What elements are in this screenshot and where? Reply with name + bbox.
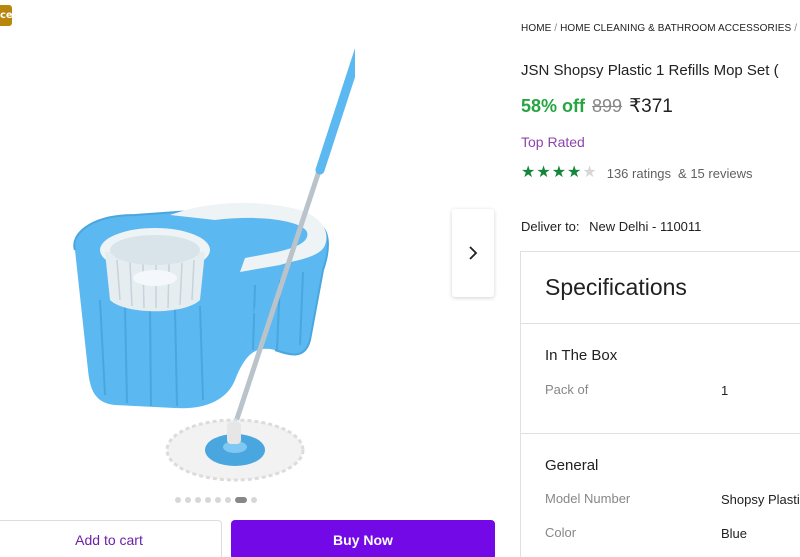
top-rated-label: Top Rated bbox=[521, 134, 585, 150]
discount-percent: 58% off bbox=[521, 96, 586, 116]
add-to-cart-button[interactable]: Add to cart bbox=[0, 520, 222, 557]
product-title: JSN Shopsy Plastic 1 Refills Mop Set ( bbox=[521, 62, 779, 79]
carousel-dot[interactable] bbox=[195, 497, 201, 503]
delivery-location: New Delhi - 110011 bbox=[589, 219, 702, 234]
buy-now-button[interactable]: Buy Now bbox=[231, 520, 495, 557]
carousel-dot-active[interactable] bbox=[235, 497, 247, 503]
spec-group-title: In The Box bbox=[545, 347, 618, 364]
star-full-icon: ★ bbox=[521, 164, 536, 181]
delivery-info[interactable]: Deliver to: New Delhi - 110011 bbox=[521, 219, 701, 234]
rating-stars: ★ ★ ★ ★ ★ bbox=[521, 165, 597, 181]
carousel-dot[interactable] bbox=[215, 497, 221, 503]
carousel-dot[interactable] bbox=[251, 497, 257, 503]
ratings-count: 136 ratings bbox=[606, 165, 672, 181]
star-empty-icon: ★ bbox=[582, 164, 597, 181]
spec-key: Color bbox=[545, 525, 577, 540]
carousel-dots bbox=[175, 497, 257, 503]
price-row: 58% off 899 ₹371 bbox=[521, 95, 673, 118]
spec-key: Pack of bbox=[545, 382, 589, 397]
carousel-dot[interactable] bbox=[225, 497, 231, 503]
selling-price: ₹371 bbox=[629, 96, 673, 117]
spec-value: 1 bbox=[721, 383, 729, 398]
breadcrumb-home[interactable]: HOME bbox=[521, 23, 551, 34]
carousel-dot[interactable] bbox=[175, 497, 181, 503]
star-full-icon: ★ bbox=[536, 164, 551, 181]
spec-value: Blue bbox=[721, 526, 748, 541]
rating-row[interactable]: ★ ★ ★ ★ ★ 136 ratings & 15 reviews bbox=[521, 165, 752, 181]
carousel-dot[interactable] bbox=[185, 497, 191, 503]
chevron-right-icon bbox=[469, 246, 478, 260]
product-image[interactable] bbox=[55, 10, 355, 490]
divider bbox=[521, 433, 800, 434]
next-image-button[interactable] bbox=[452, 209, 494, 297]
spec-group-title: General bbox=[545, 457, 599, 474]
carousel-dot[interactable] bbox=[205, 497, 211, 503]
star-full-icon: ★ bbox=[551, 164, 567, 181]
breadcrumb: HOME / HOME CLEANING & BATHROOM ACCESSOR… bbox=[521, 23, 800, 34]
specifications-title: Specifications bbox=[545, 274, 687, 300]
star-full-icon: ★ bbox=[567, 164, 582, 181]
product-gallery: Add to cart Buy Now bbox=[0, 0, 505, 557]
spec-value: Shopsy Plastic bbox=[721, 492, 800, 507]
reviews-count: & 15 reviews bbox=[678, 165, 753, 181]
original-price: 899 bbox=[592, 96, 623, 116]
spec-key: Model Number bbox=[545, 491, 631, 506]
specifications-panel: Specifications In The Box Pack of 1 Gene… bbox=[520, 251, 800, 557]
deliver-to-label: Deliver to: bbox=[521, 219, 580, 234]
breadcrumb-category[interactable]: HOME CLEANING & BATHROOM ACCESSORIES bbox=[560, 23, 791, 34]
divider bbox=[521, 323, 800, 324]
